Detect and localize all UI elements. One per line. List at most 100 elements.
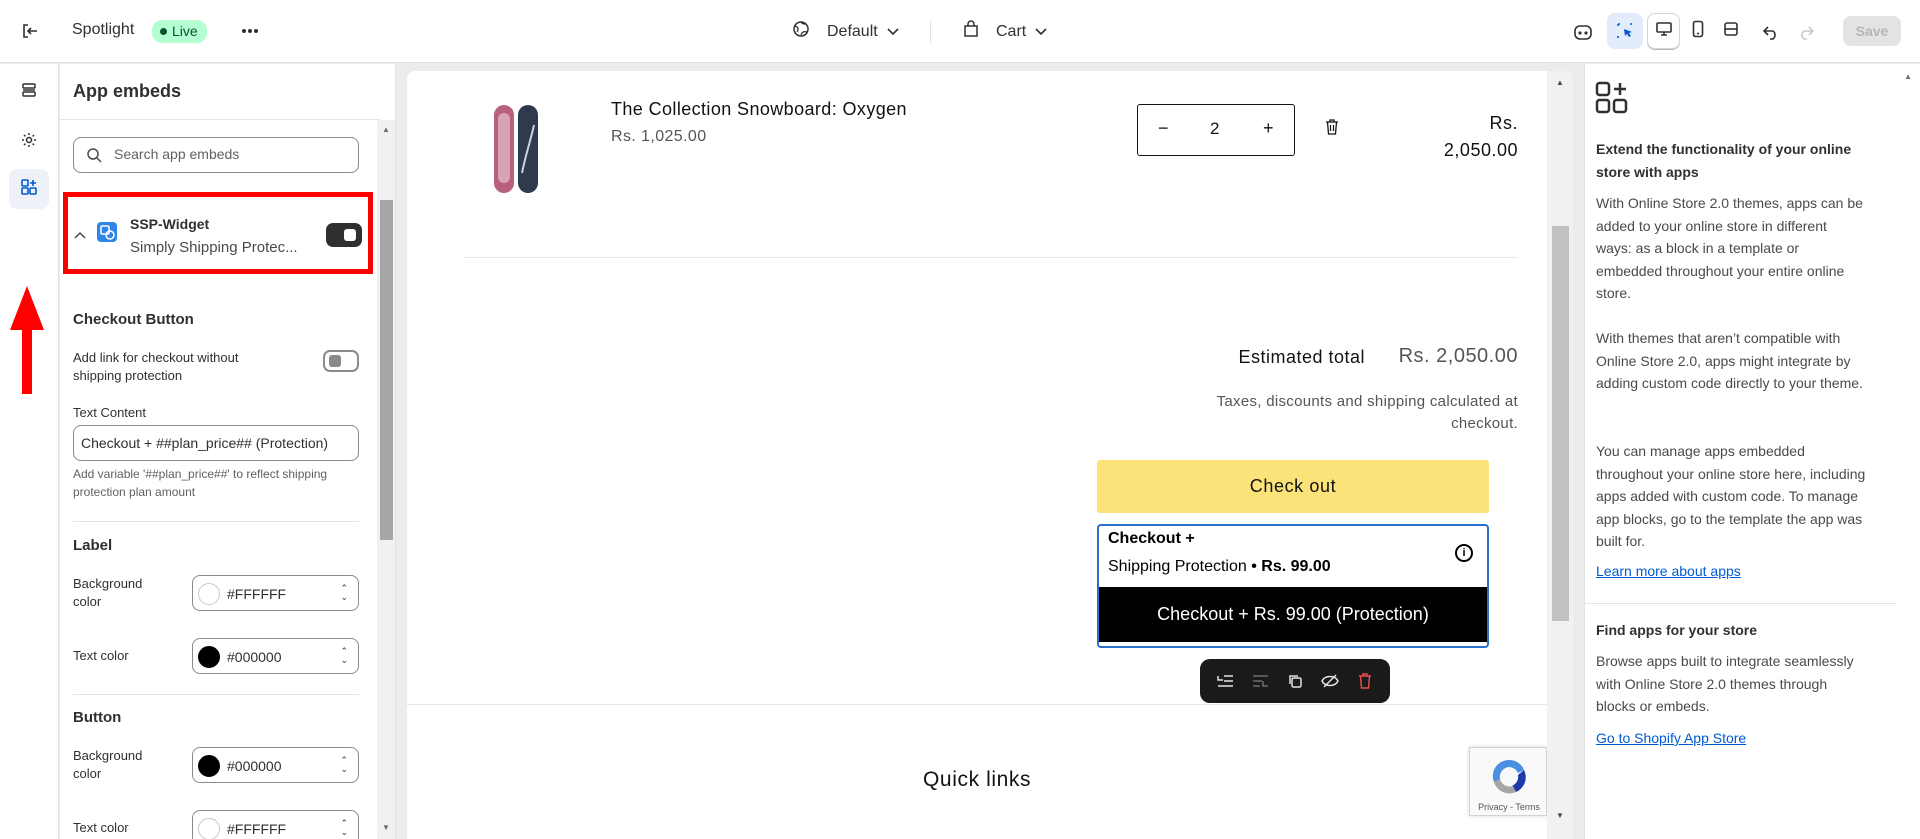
quantity-value[interactable]: 2: [1210, 119, 1219, 139]
ssp-price: • Rs. 99.00: [1251, 558, 1331, 575]
product-image[interactable]: [491, 103, 541, 195]
panel-scrollbar[interactable]: ▲ ▼: [377, 120, 395, 839]
inspector-icon[interactable]: [1607, 13, 1643, 49]
recaptcha-icon: [1488, 756, 1530, 801]
checkout-button[interactable]: Check out: [1097, 460, 1489, 513]
app-store-link[interactable]: Go to Shopify App Store: [1596, 730, 1746, 746]
label-bg-color-value: #FFFFFF: [227, 586, 287, 602]
label-bg-color-picker[interactable]: #FFFFFF ⌃ ⌄: [192, 575, 359, 611]
scroll-up-icon[interactable]: ▲: [1904, 72, 1912, 81]
theme-settings-rail-button[interactable]: [9, 122, 49, 162]
theme-name: Spotlight: [72, 21, 135, 38]
product-price: Rs. 1,025.00: [611, 128, 707, 145]
app-embeds-rail-button[interactable]: [9, 169, 49, 209]
panel-title: App embeds: [73, 81, 182, 101]
estimated-total-label: Estimated total: [1238, 347, 1365, 367]
color-swatch: [198, 818, 220, 839]
ssp-subheading: Shipping Protection • Rs. 99.00: [1108, 558, 1331, 576]
scroll-down-icon[interactable]: ▼: [382, 823, 390, 832]
info-heading: Extend the functionality of your online …: [1596, 141, 1852, 180]
store-preview: The Collection Snowboard: Oxygen Rs. 1,0…: [407, 71, 1573, 839]
scroll-up-icon[interactable]: ▲: [1556, 78, 1564, 87]
section-divider: [73, 694, 359, 695]
sidekick-icon[interactable]: [1572, 21, 1594, 43]
device-switcher: [1647, 13, 1748, 49]
shipping-protection-block[interactable]: Checkout + Shipping Protection • Rs. 99.…: [1097, 524, 1489, 648]
preview-scrollbar[interactable]: ▲ ▼: [1547, 71, 1573, 839]
chevron-up-icon[interactable]: [74, 226, 86, 244]
globe-icon: [792, 20, 810, 43]
find-apps-paragraph: Browse apps built to integrate seamlessl…: [1596, 653, 1854, 714]
app-logo-icon: [96, 221, 118, 248]
desktop-view-button[interactable]: [1647, 13, 1680, 49]
scrollbar-thumb[interactable]: [1552, 226, 1569, 621]
label-bg-color-label: Background color: [73, 576, 143, 609]
hide-icon[interactable]: [1319, 670, 1341, 692]
scroll-down-icon[interactable]: ▼: [1556, 811, 1564, 820]
desktop-icon: [1655, 21, 1673, 42]
embed-name: SSP-Widget: [130, 216, 210, 232]
checkout-link-toggle[interactable]: [323, 350, 359, 372]
recaptcha-badge[interactable]: Privacy - Terms: [1469, 747, 1547, 816]
recaptcha-links[interactable]: Privacy - Terms: [1470, 802, 1548, 812]
search-input[interactable]: [114, 146, 344, 162]
cart-divider: [463, 257, 1517, 258]
exit-icon[interactable]: [18, 19, 42, 43]
footer-divider: [407, 704, 1573, 705]
color-swatch: [198, 583, 220, 605]
delete-icon[interactable]: [1354, 670, 1376, 692]
more-actions-icon[interactable]: [238, 19, 262, 43]
red-arrow-annotation: [10, 286, 44, 394]
undo-icon[interactable]: [1760, 21, 1782, 43]
info-icon[interactable]: i: [1455, 544, 1473, 562]
move-up-icon[interactable]: [1214, 670, 1236, 692]
taxes-note: Taxes, discounts and shipping calculated…: [1216, 393, 1518, 432]
left-icon-rail: [0, 64, 59, 839]
move-down-icon[interactable]: [1249, 670, 1271, 692]
label-section-heading: Label: [73, 537, 113, 554]
embed-toggle[interactable]: [326, 223, 362, 247]
search-field[interactable]: [73, 137, 359, 173]
checkout-with-protection-button[interactable]: Checkout + Rs. 99.00 (Protection): [1099, 587, 1487, 642]
decrease-button[interactable]: −: [1158, 118, 1169, 139]
label-text-color-picker[interactable]: #000000 ⌃ ⌄: [192, 638, 359, 674]
toolbar-divider: [930, 21, 931, 43]
duplicate-icon[interactable]: [1284, 670, 1306, 692]
scrollbar-thumb[interactable]: [380, 200, 393, 540]
template-selector[interactable]: Default: [792, 20, 899, 43]
info-divider: [1585, 603, 1897, 604]
mobile-view-button[interactable]: [1681, 13, 1714, 49]
block-toolbar: [1200, 659, 1390, 703]
button-text-color-picker[interactable]: #FFFFFF ⌃ ⌄: [192, 810, 359, 839]
ssp-subheading-text: Shipping Protection: [1108, 558, 1247, 575]
learn-more-link[interactable]: Learn more about apps: [1596, 563, 1741, 579]
apps-icon: [1594, 80, 1630, 121]
page-selector[interactable]: Cart: [963, 20, 1047, 43]
stepper-icon: ⌃ ⌄: [340, 818, 348, 837]
search-icon: [86, 147, 102, 168]
line-total: Rs. 2,050.00: [1444, 110, 1518, 164]
product-title[interactable]: The Collection Snowboard: Oxygen: [611, 99, 907, 120]
fullscreen-view-button[interactable]: [1714, 13, 1747, 49]
increase-button[interactable]: +: [1263, 118, 1274, 139]
app-embed-card[interactable]: SSP-Widget Simply Shipping Protec...: [63, 192, 373, 274]
page-selector-label: Cart: [996, 22, 1027, 40]
app-embeds-panel: App embeds SSP-Widget Simply Shipping Pr…: [60, 64, 396, 839]
color-swatch: [198, 646, 220, 668]
button-section-heading: Button: [73, 709, 122, 726]
text-content-field[interactable]: [73, 425, 359, 461]
scroll-up-icon[interactable]: ▲: [382, 125, 390, 134]
redo-icon[interactable]: [1795, 21, 1817, 43]
estimated-total-value: Rs. 2,050.00: [1398, 345, 1518, 367]
sections-rail-button[interactable]: [9, 72, 49, 112]
button-bg-color-picker[interactable]: #000000 ⌃ ⌄: [192, 747, 359, 783]
fullscreen-icon: [1722, 20, 1740, 43]
line-total-amount: 2,050.00: [1443, 140, 1518, 160]
apps-icon: [20, 178, 38, 201]
panel-divider: [60, 119, 380, 120]
remove-item-icon[interactable]: [1325, 119, 1339, 140]
template-selector-label: Default: [827, 22, 878, 40]
save-button[interactable]: Save: [1843, 16, 1901, 46]
label-text-color-value: #000000: [227, 649, 282, 665]
info-panel: ▲ Extend the functionality of your onlin…: [1584, 64, 1920, 839]
